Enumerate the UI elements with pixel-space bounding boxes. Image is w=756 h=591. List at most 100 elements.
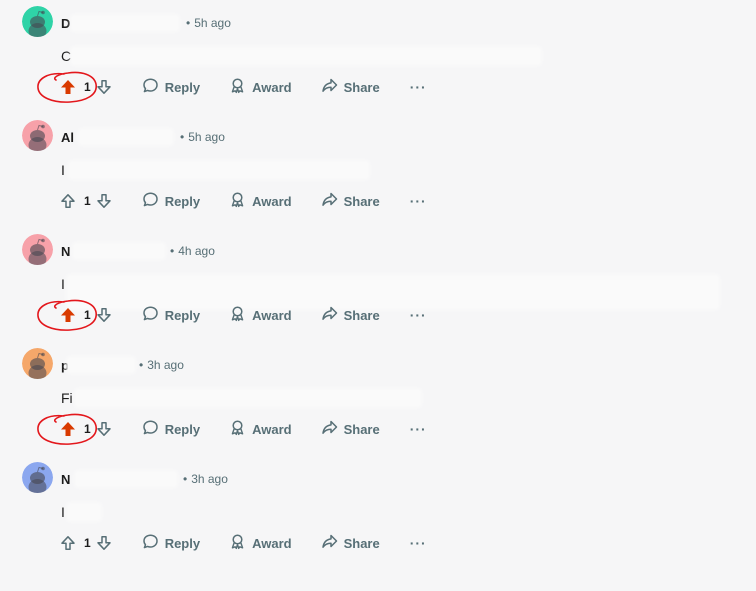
redacted-username: [80, 130, 172, 144]
comment-author[interactable]: Al: [61, 130, 74, 145]
award-button[interactable]: Award: [229, 533, 292, 553]
avatar[interactable]: [22, 6, 53, 37]
share-label: Share: [343, 79, 380, 95]
comment-author[interactable]: D: [61, 16, 70, 31]
redacted-username: [74, 244, 164, 258]
comment-author[interactable]: N: [61, 244, 70, 259]
share-button[interactable]: Share: [321, 533, 380, 553]
comment-actions: 1 Reply Award Share ···: [58, 529, 427, 557]
downvote-icon[interactable]: [94, 77, 114, 97]
more-options-button[interactable]: ···: [410, 193, 427, 209]
comment-body: Fi: [61, 390, 73, 406]
comment-actions: 1 Reply Award Share ···: [58, 415, 427, 443]
upvote-icon[interactable]: [58, 191, 78, 211]
share-icon: [321, 533, 344, 553]
comment-timestamp: • 4h ago: [170, 244, 215, 258]
avatar[interactable]: [22, 348, 53, 379]
reply-icon: [142, 419, 165, 439]
reply-button[interactable]: Reply: [142, 77, 200, 97]
share-button[interactable]: Share: [321, 305, 380, 325]
award-button[interactable]: Award: [229, 305, 292, 325]
award-label: Award: [252, 79, 292, 95]
reply-icon: [142, 191, 165, 211]
more-options-button[interactable]: ···: [410, 79, 427, 95]
more-options-button[interactable]: ···: [410, 421, 427, 437]
more-options-button[interactable]: ···: [410, 535, 427, 551]
upvote-icon[interactable]: [58, 419, 78, 439]
share-button[interactable]: Share: [321, 419, 380, 439]
award-label: Award: [252, 421, 292, 437]
avatar[interactable]: [22, 120, 53, 151]
reply-button[interactable]: Reply: [142, 191, 200, 211]
comment: D • 5h ago C 1 Reply Award Share ···: [0, 0, 756, 114]
award-label: Award: [252, 307, 292, 323]
share-label: Share: [343, 421, 380, 437]
downvote-icon[interactable]: [94, 533, 114, 553]
reply-label: Reply: [164, 535, 201, 551]
vote-control: 1: [58, 419, 114, 439]
comment-actions: 1 Reply Award Share ···: [58, 301, 427, 329]
vote-control: 1: [58, 77, 114, 97]
reply-icon: [142, 77, 165, 97]
comment-body: I: [61, 162, 65, 178]
comment-timestamp: • 3h ago: [183, 472, 228, 486]
reply-button[interactable]: Reply: [142, 419, 200, 439]
downvote-icon[interactable]: [94, 191, 114, 211]
award-icon: [229, 533, 252, 553]
upvote-icon[interactable]: [58, 305, 78, 325]
redacted-text: [72, 48, 540, 64]
downvote-icon[interactable]: [94, 419, 114, 439]
vote-count: 1: [84, 194, 91, 208]
share-button[interactable]: Share: [321, 191, 380, 211]
comment-author[interactable]: N: [61, 472, 70, 487]
award-label: Award: [252, 535, 292, 551]
reply-icon: [142, 533, 165, 553]
reply-button[interactable]: Reply: [142, 533, 200, 553]
share-icon: [321, 305, 344, 325]
reply-icon: [142, 305, 165, 325]
redacted-username: [72, 16, 178, 30]
reply-label: Reply: [164, 79, 201, 95]
reply-label: Reply: [164, 193, 201, 209]
share-label: Share: [343, 307, 380, 323]
upvote-icon[interactable]: [58, 533, 78, 553]
award-icon: [229, 191, 252, 211]
avatar[interactable]: [22, 234, 53, 265]
vote-count: 1: [84, 308, 91, 322]
downvote-icon[interactable]: [94, 305, 114, 325]
award-button[interactable]: Award: [229, 77, 292, 97]
vote-count: 1: [84, 536, 91, 550]
redacted-text: [68, 504, 100, 520]
comment: N • 4h ago I 1 Reply Award Share ···: [0, 228, 756, 342]
award-button[interactable]: Award: [229, 191, 292, 211]
vote-count: 1: [84, 80, 91, 94]
reply-label: Reply: [164, 307, 201, 323]
redacted-text: [76, 390, 420, 406]
share-icon: [321, 77, 344, 97]
redacted-text: [70, 162, 368, 178]
comment-timestamp: • 3h ago: [139, 358, 184, 372]
comment-timestamp: • 5h ago: [180, 130, 225, 144]
share-label: Share: [343, 193, 380, 209]
comment-actions: 1 Reply Award Share ···: [58, 187, 427, 215]
reply-button[interactable]: Reply: [142, 305, 200, 325]
comment-actions: 1 Reply Award Share ···: [58, 73, 427, 101]
comment: p • 3h ago Fi 1 Reply Award Share ···: [0, 342, 756, 456]
comment-timestamp: • 5h ago: [186, 16, 231, 30]
comment: N • 3h ago I 1 Reply Award Share ···: [0, 456, 756, 570]
more-options-button[interactable]: ···: [410, 307, 427, 323]
vote-control: 1: [58, 191, 114, 211]
share-button[interactable]: Share: [321, 77, 380, 97]
upvote-icon[interactable]: [58, 77, 78, 97]
award-icon: [229, 305, 252, 325]
comment-body: C: [61, 48, 72, 64]
vote-control: 1: [58, 533, 114, 553]
vote-count: 1: [84, 422, 91, 436]
award-button[interactable]: Award: [229, 419, 292, 439]
comment: Al • 5h ago I 1 Reply Award Share ···: [0, 114, 756, 228]
reply-label: Reply: [164, 421, 201, 437]
comment-body: I: [61, 276, 65, 292]
avatar[interactable]: [22, 462, 53, 493]
redacted-username: [76, 472, 176, 486]
award-icon: [229, 77, 252, 97]
